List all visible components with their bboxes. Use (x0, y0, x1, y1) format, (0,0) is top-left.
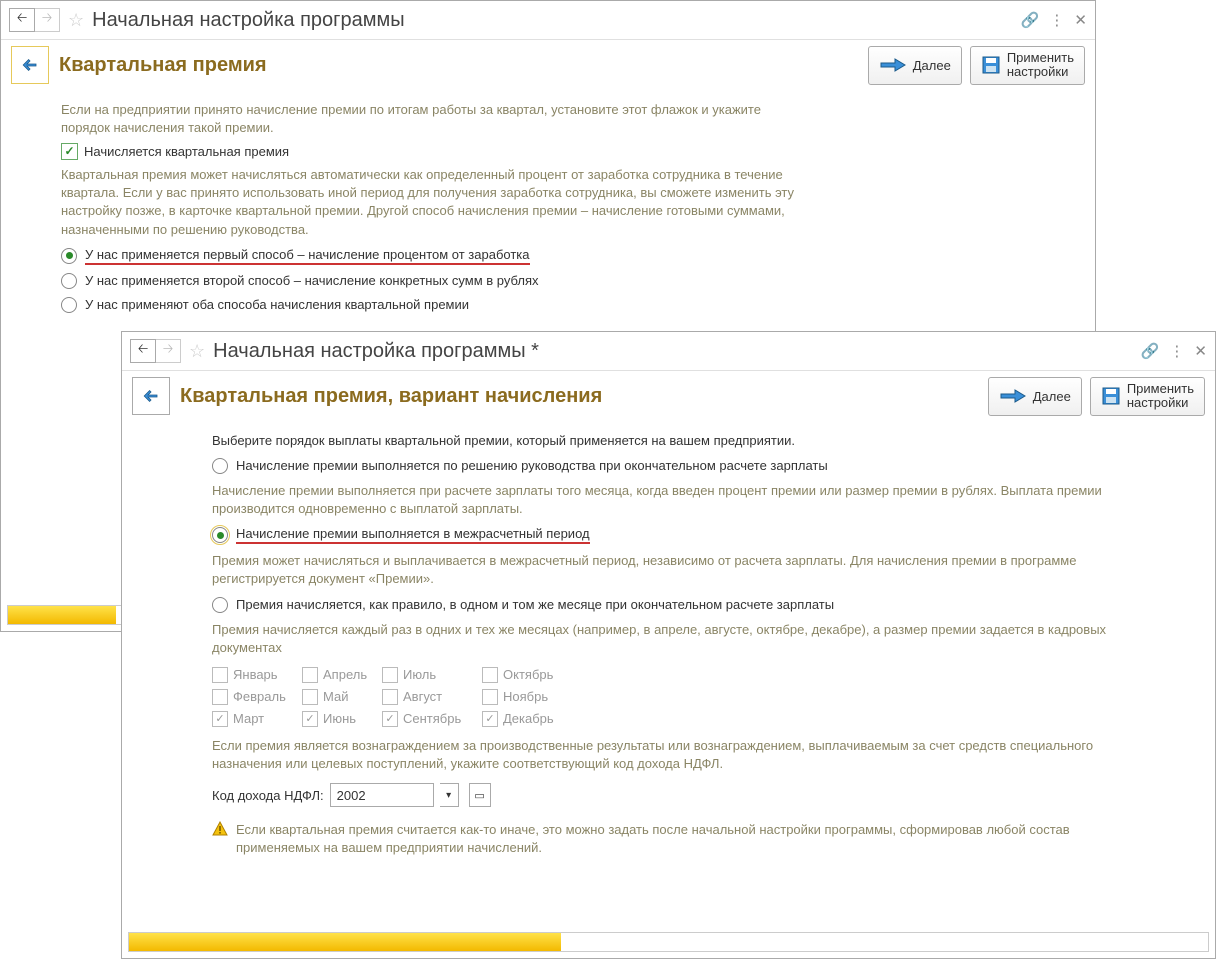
favorite-icon[interactable]: ☆ (189, 341, 205, 362)
radio-icon (212, 458, 228, 474)
checkbox-mar[interactable] (212, 711, 228, 727)
option-2-desc: Премия может начисляться и выплачивается… (212, 552, 1142, 588)
section-title: Квартальная премия, вариант начисления (180, 385, 602, 408)
window-title: Начальная настройка программы (92, 9, 404, 32)
checkbox-icon (61, 143, 78, 160)
radio-method-3[interactable]: У нас применяют оба способа начисления к… (61, 297, 1035, 313)
wizard-back-button[interactable] (132, 377, 170, 415)
description-text: Квартальная премия может начисляться авт… (61, 166, 801, 239)
radio-icon (212, 527, 228, 543)
next-button[interactable]: Далее (988, 377, 1082, 416)
window-initial-setup-2: 🡠 🡢 ☆ Начальная настройка программы * 🔗 … (121, 331, 1216, 959)
subheader: Квартальная премия, вариант начисления Д… (122, 371, 1215, 422)
radio-option-2[interactable]: Начисление премии выполняется в межрасче… (212, 526, 1142, 544)
titlebar: 🡠 🡢 ☆ Начальная настройка программы * 🔗 … (122, 332, 1215, 371)
progress-fill (8, 606, 116, 624)
warning-text: Если квартальная премия считается как-то… (236, 821, 1142, 857)
radio-icon (61, 297, 77, 313)
more-icon[interactable]: ⋮ (1049, 11, 1064, 29)
checkbox-jun[interactable] (302, 711, 318, 727)
checkbox-apr[interactable] (302, 667, 318, 683)
section-title: Квартальная премия (59, 54, 267, 77)
progress-bar (128, 932, 1209, 952)
intro-text: Если на предприятии принято начисление п… (61, 101, 801, 137)
radio-method-1[interactable]: У нас применяется первый способ – начисл… (61, 247, 1035, 265)
radio-option-1[interactable]: Начисление премии выполняется по решению… (212, 458, 1142, 474)
more-icon[interactable]: ⋮ (1169, 342, 1184, 360)
checkbox-jul[interactable] (382, 667, 398, 683)
checkbox-oct[interactable] (482, 667, 498, 683)
content-area: Выберите порядок выплаты квартальной пре… (122, 422, 1202, 878)
checkbox-quarterly-bonus[interactable]: Начисляется квартальная премия (61, 143, 1035, 160)
radio-icon (212, 597, 228, 613)
progress-fill (129, 933, 561, 951)
checkbox-feb[interactable] (212, 689, 228, 705)
checkbox-may[interactable] (302, 689, 318, 705)
ndfl-open-button[interactable]: ▭ (469, 783, 491, 807)
link-icon[interactable]: 🔗 (1021, 11, 1040, 29)
radio-icon (61, 248, 77, 264)
ndfl-input[interactable]: 2002 (330, 783, 434, 807)
apply-settings-button[interactable]: Применитьнастройки (1090, 377, 1205, 416)
nav-forward[interactable]: 🡢 (35, 8, 60, 32)
next-button[interactable]: Далее (868, 46, 962, 85)
warning-icon (212, 821, 228, 837)
ndfl-field-row: Код дохода НДФЛ: 2002 ▾ ▭ (212, 783, 1142, 807)
apply-settings-button[interactable]: Применитьнастройки (970, 46, 1085, 85)
checkbox-aug[interactable] (382, 689, 398, 705)
option-3-desc: Премия начисляется каждый раз в одних и … (212, 621, 1142, 657)
ndfl-dropdown-button[interactable]: ▾ (440, 783, 459, 807)
radio-option-3[interactable]: Премия начисляется, как правило, в одном… (212, 597, 1142, 613)
favorite-icon[interactable]: ☆ (68, 10, 84, 31)
checkbox-nov[interactable] (482, 689, 498, 705)
intro-text: Выберите порядок выплаты квартальной пре… (212, 432, 1142, 450)
warning-row: Если квартальная премия считается как-то… (212, 821, 1142, 857)
titlebar: 🡠 🡢 ☆ Начальная настройка программы 🔗 ⋮ … (1, 1, 1095, 40)
months-grid: Январь Апрель Июль Октябрь Февраль Май А… (212, 667, 1142, 727)
nav-back[interactable]: 🡠 (9, 8, 35, 32)
checkbox-jan[interactable] (212, 667, 228, 683)
nav-back[interactable]: 🡠 (130, 339, 156, 363)
radio-icon (61, 273, 77, 289)
ndfl-label: Код дохода НДФЛ: (212, 788, 324, 803)
wizard-back-button[interactable] (11, 46, 49, 84)
checkbox-sep[interactable] (382, 711, 398, 727)
checkbox-dec[interactable] (482, 711, 498, 727)
window-title: Начальная настройка программы * (213, 340, 539, 363)
nav-forward[interactable]: 🡢 (156, 339, 181, 363)
content-area: Если на предприятии принято начисление п… (1, 91, 1095, 331)
radio-method-2[interactable]: У нас применяется второй способ – начисл… (61, 273, 1035, 289)
subheader: Квартальная премия Далее Применитьнастро… (1, 40, 1095, 91)
ndfl-desc: Если премия является вознаграждением за … (212, 737, 1142, 773)
option-1-desc: Начисление премии выполняется при расчет… (212, 482, 1142, 518)
link-icon[interactable]: 🔗 (1141, 342, 1160, 360)
close-icon[interactable]: ✕ (1074, 11, 1087, 29)
close-icon[interactable]: ✕ (1194, 342, 1207, 360)
